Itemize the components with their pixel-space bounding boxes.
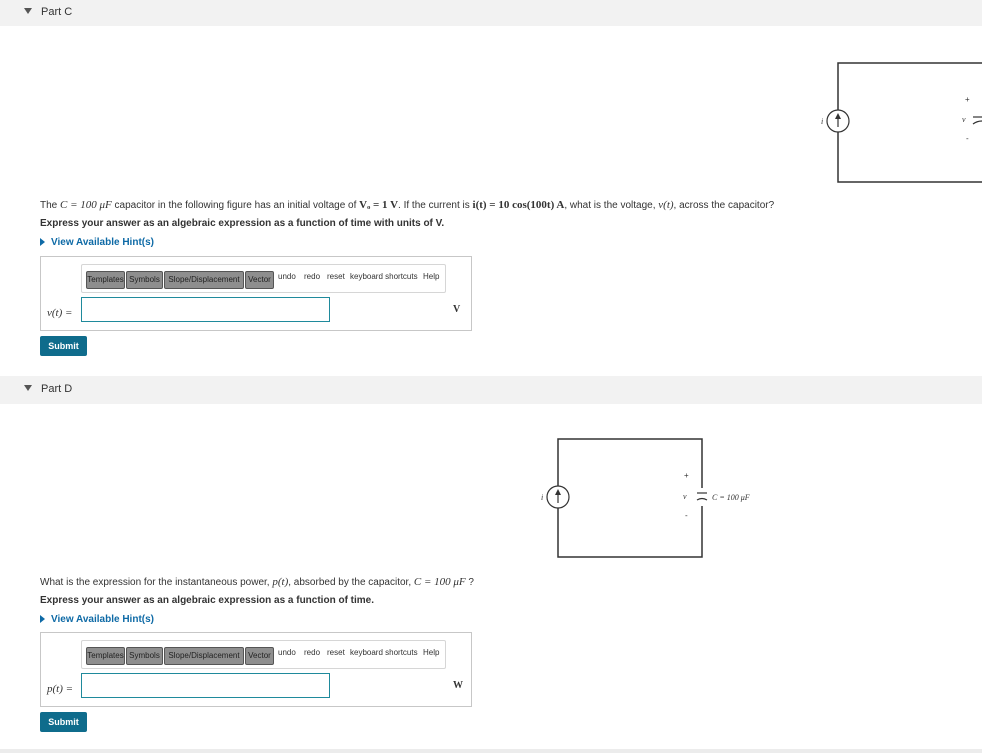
- vector-button[interactable]: Vector: [245, 271, 274, 289]
- part-c-circuit-diagram: i + v -: [821, 62, 982, 183]
- part-c-instruction: Express your answer as an algebraic expr…: [40, 218, 445, 229]
- capacitor-label: C = 100 μF: [712, 493, 750, 502]
- redo-button[interactable]: redo: [304, 648, 320, 657]
- part-d-units: W: [453, 680, 463, 691]
- part-d-answer-input[interactable]: [81, 673, 330, 698]
- collapse-caret-icon[interactable]: [24, 8, 32, 14]
- slope-displacement-button[interactable]: Slope/Displacement: [164, 271, 244, 289]
- voltage-label: v: [962, 115, 966, 124]
- plus-sign: +: [684, 471, 689, 480]
- part-d-instruction: Express your answer as an algebraic expr…: [40, 595, 375, 606]
- part-d-math-toolbar: Templates Symbols Slope/Displacement Vec…: [81, 640, 446, 669]
- part-c-units: V: [453, 304, 461, 315]
- part-c-submit-button[interactable]: Submit: [40, 336, 87, 356]
- keyboard-shortcuts-link[interactable]: keyboard shortcuts: [350, 648, 418, 657]
- slope-displacement-button[interactable]: Slope/Displacement: [164, 647, 244, 665]
- part-d-header[interactable]: Part D: [0, 376, 982, 404]
- part-c-hint-link[interactable]: View Available Hint(s): [40, 237, 154, 248]
- reset-button[interactable]: reset: [327, 648, 345, 657]
- part-d-variable-label: p(t) =: [47, 683, 74, 695]
- source-label: i: [821, 117, 823, 126]
- collapse-caret-icon[interactable]: [24, 385, 32, 391]
- undo-button[interactable]: undo: [278, 272, 296, 281]
- part-d-answer-box: Templates Symbols Slope/Displacement Vec…: [40, 632, 472, 707]
- templates-button[interactable]: Templates: [86, 271, 125, 289]
- source-label: i: [541, 493, 543, 502]
- part-c-header[interactable]: Part C: [0, 0, 982, 26]
- part-c-answer-box: Templates Symbols Slope/Displacement Vec…: [40, 256, 472, 331]
- redo-button[interactable]: redo: [304, 272, 320, 281]
- help-link[interactable]: Help: [423, 648, 439, 657]
- reset-button[interactable]: reset: [327, 272, 345, 281]
- minus-sign: -: [685, 511, 688, 520]
- symbols-button[interactable]: Symbols: [126, 647, 163, 665]
- circuit-wire: [837, 62, 982, 183]
- part-c-answer-input[interactable]: [81, 297, 330, 322]
- undo-button[interactable]: undo: [278, 648, 296, 657]
- voltage-label: v: [683, 492, 687, 501]
- capacitor-gap: [696, 488, 708, 506]
- templates-button[interactable]: Templates: [86, 647, 125, 665]
- circuit-wire: [557, 438, 703, 558]
- part-c-variable-label: v(t) =: [47, 307, 73, 319]
- minus-sign: -: [966, 134, 969, 143]
- symbols-button[interactable]: Symbols: [126, 271, 163, 289]
- help-link[interactable]: Help: [423, 272, 439, 281]
- plus-sign: +: [965, 95, 970, 104]
- part-d-hint-link[interactable]: View Available Hint(s): [40, 614, 154, 625]
- part-d-title: Part D: [41, 383, 73, 395]
- keyboard-shortcuts-link[interactable]: keyboard shortcuts: [350, 272, 418, 281]
- capacitor-curved-plate-icon: [972, 120, 982, 125]
- part-c-question: The C = 100 μF capacitor in the followin…: [40, 199, 775, 211]
- vector-button[interactable]: Vector: [245, 647, 274, 665]
- hint-triangle-icon: [40, 238, 45, 246]
- part-d-question: What is the expression for the instantan…: [40, 576, 474, 588]
- page-bottom-divider: [0, 749, 982, 753]
- part-c-math-toolbar: Templates Symbols Slope/Displacement Vec…: [81, 264, 446, 293]
- hint-triangle-icon: [40, 615, 45, 623]
- part-d-submit-button[interactable]: Submit: [40, 712, 87, 732]
- part-d-circuit-diagram: i + v - C = 100 μF: [541, 438, 750, 558]
- part-c-title: Part C: [41, 6, 73, 18]
